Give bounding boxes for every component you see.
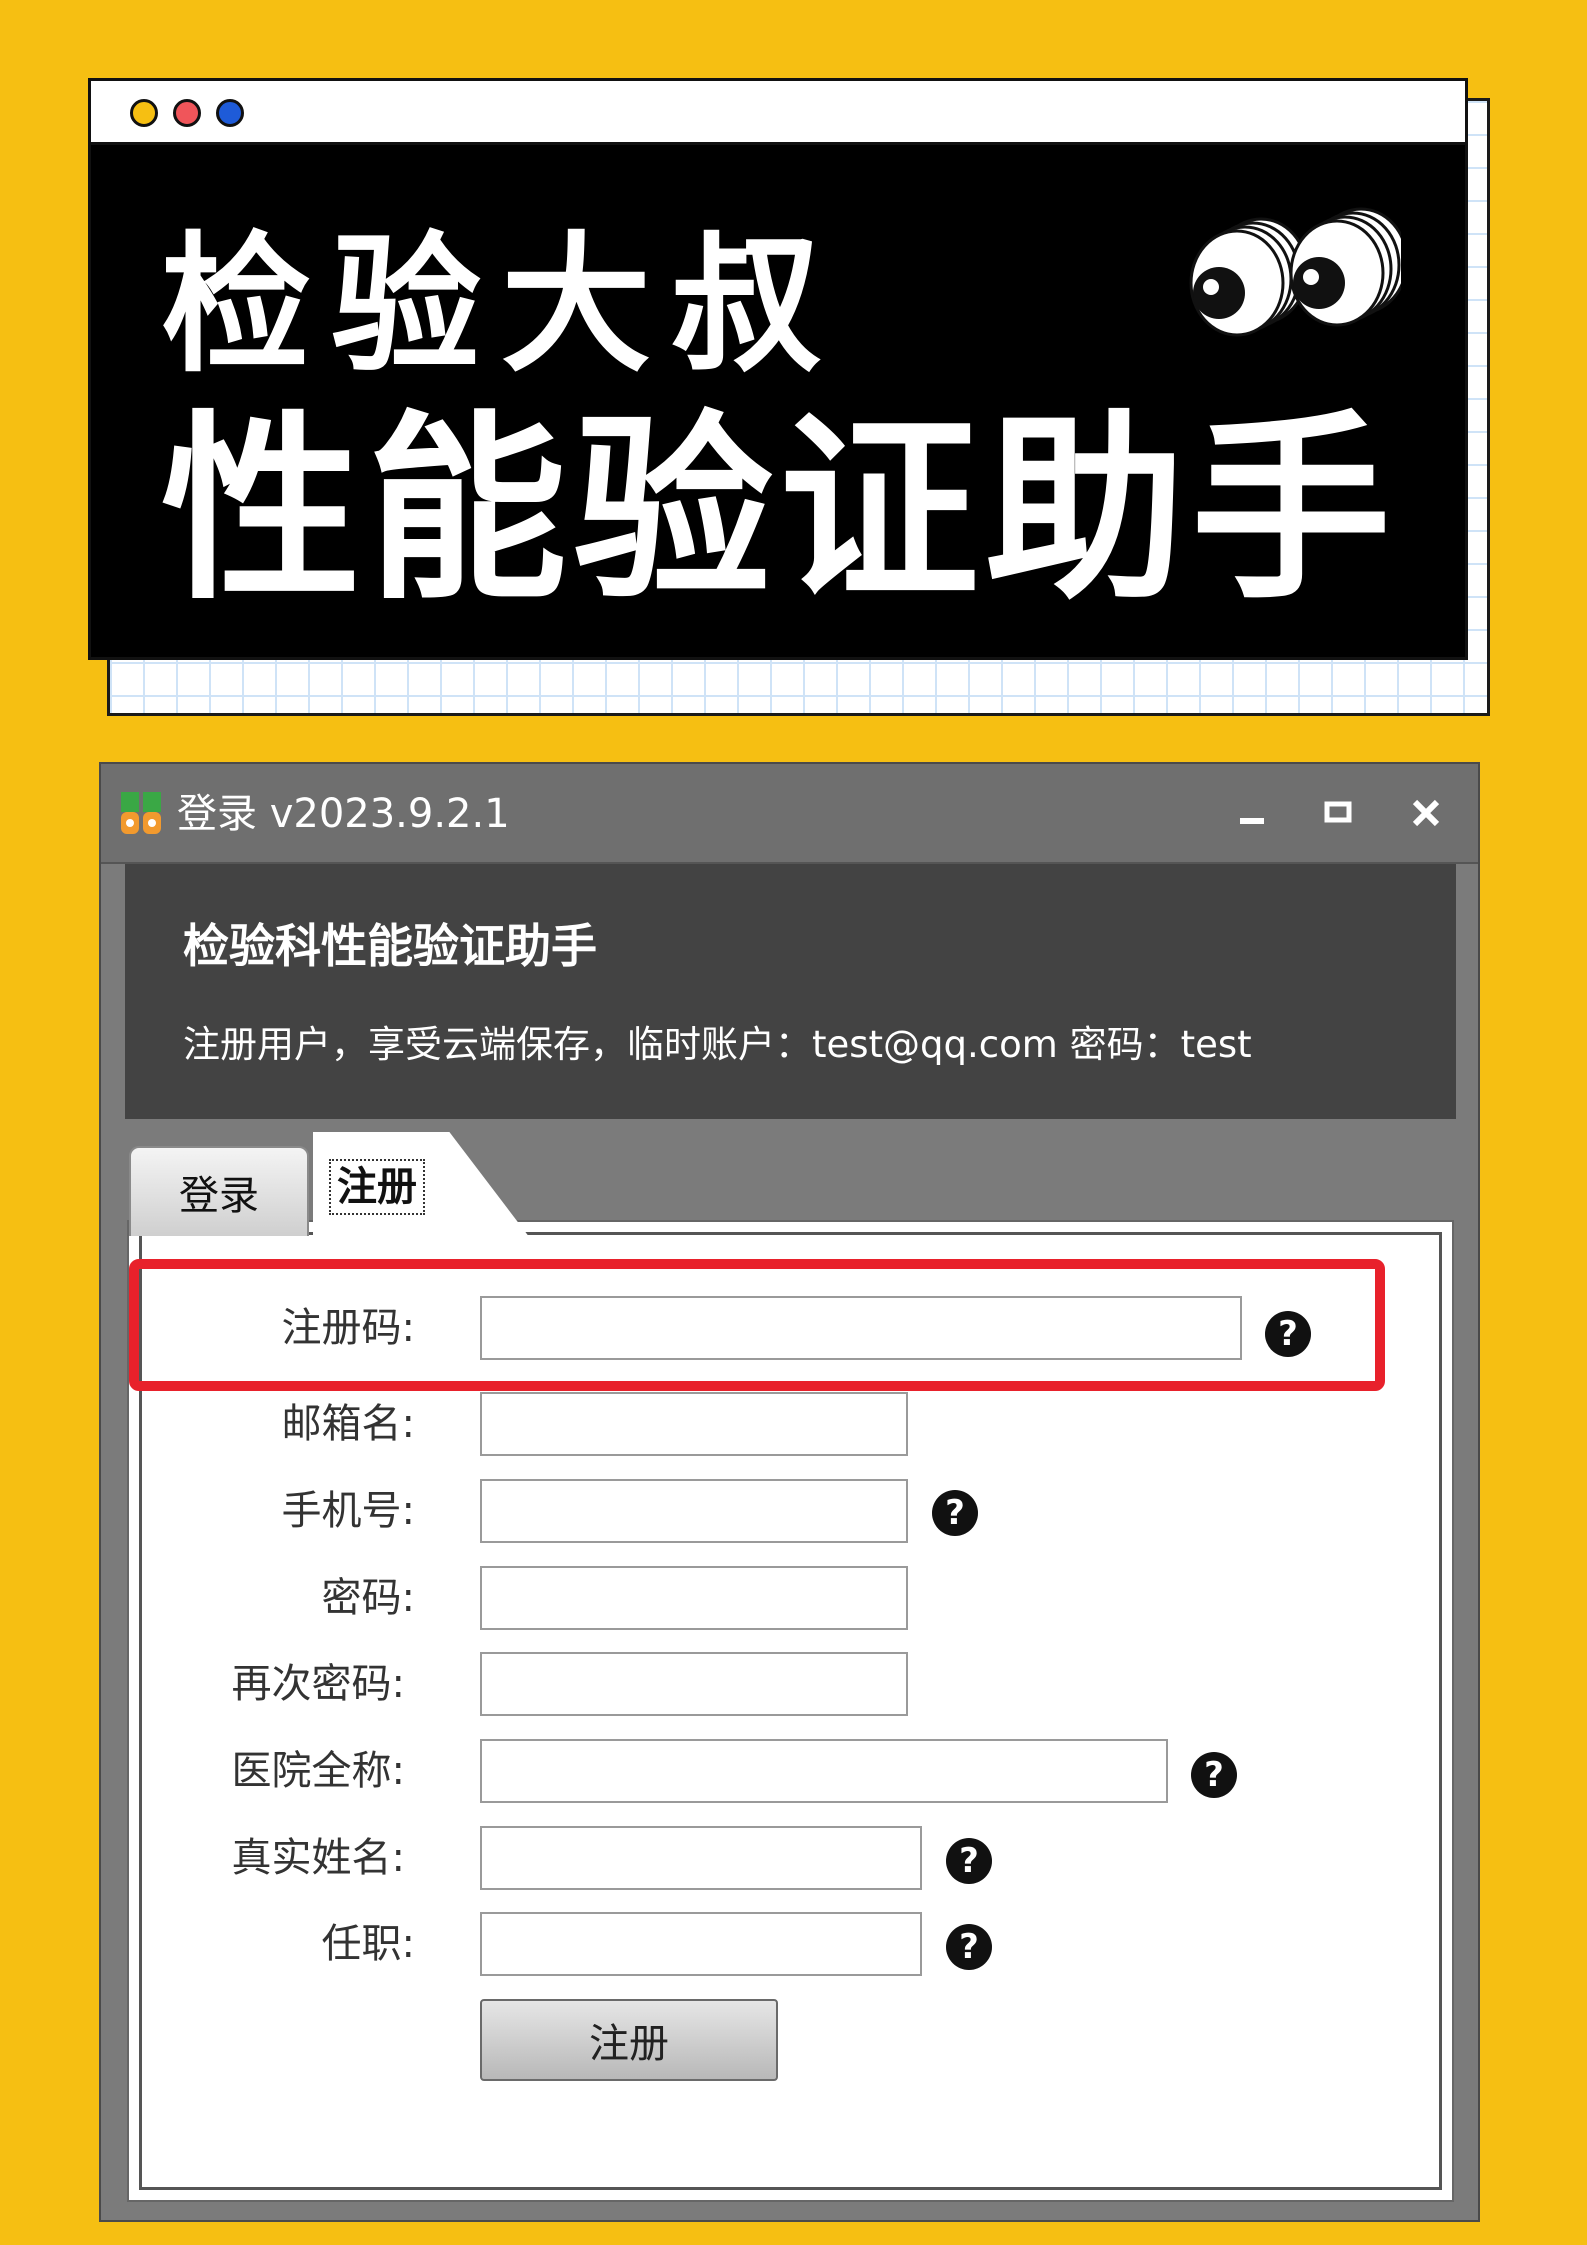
banner-titlebar — [91, 81, 1465, 145]
password-label: 密码: — [321, 1575, 415, 1621]
position-help-icon[interactable]: ? — [946, 1924, 992, 1970]
position-input[interactable] — [480, 1912, 922, 1976]
app-header: 检验科性能验证助手 注册用户，享受云端保存，临时账户：test@qq.com 密… — [125, 864, 1456, 1119]
app-header-subtitle: 注册用户，享受云端保存，临时账户：test@qq.com 密码：test — [183, 1023, 1252, 1066]
app-header-title: 检验科性能验证助手 — [183, 919, 597, 973]
banner: 检验大叔 性能验证助手 — [88, 78, 1468, 660]
yellow-dot-icon — [130, 99, 158, 127]
hospital-name-help-icon[interactable]: ? — [1191, 1752, 1237, 1798]
close-button[interactable] — [1397, 784, 1455, 842]
position-label: 任职: — [321, 1921, 415, 1967]
window-title: 登录 v2023.9.2.1 — [177, 791, 510, 837]
registration-code-input[interactable] — [480, 1296, 1242, 1360]
email-label: 邮箱名: — [281, 1401, 415, 1447]
maximize-icon — [1324, 801, 1352, 823]
maximize-button[interactable] — [1309, 784, 1367, 842]
confirm-password-label: 再次密码: — [231, 1661, 405, 1707]
tab-register-label: 注册 — [329, 1159, 425, 1215]
phone-help-icon[interactable]: ? — [932, 1490, 978, 1536]
confirm-password-input[interactable] — [480, 1652, 908, 1716]
eyes-icon — [1189, 207, 1401, 337]
register-button[interactable]: 注册 — [480, 1999, 778, 2081]
real-name-help-icon[interactable]: ? — [946, 1838, 992, 1884]
banner-title: 检验大叔 — [161, 219, 842, 393]
phone-input[interactable] — [480, 1479, 908, 1543]
registration-code-help-icon[interactable]: ? — [1265, 1311, 1311, 1357]
registration-code-label: 注册码: — [281, 1305, 415, 1351]
email-input[interactable] — [480, 1392, 908, 1456]
phone-label: 手机号: — [281, 1488, 415, 1534]
real-name-input[interactable] — [480, 1826, 922, 1890]
password-input[interactable] — [480, 1566, 908, 1630]
tab-login[interactable]: 登录 — [129, 1146, 309, 1236]
real-name-label: 真实姓名: — [231, 1835, 405, 1881]
register-button-label: 注册 — [589, 2021, 669, 2067]
red-dot-icon — [173, 99, 201, 127]
close-icon — [1412, 799, 1440, 827]
minimize-icon — [1240, 818, 1264, 824]
tab-login-label: 登录 — [179, 1173, 259, 1219]
minimize-button[interactable] — [1223, 784, 1281, 842]
banner-subtitle: 性能验证助手 — [161, 394, 1398, 627]
hospital-name-input[interactable] — [480, 1739, 1168, 1803]
tab-register[interactable]: 注册 — [313, 1132, 533, 1242]
hospital-name-label: 医院全称: — [231, 1748, 405, 1794]
app-logo-icon — [121, 792, 161, 834]
window-titlebar[interactable]: 登录 v2023.9.2.1 — [101, 764, 1478, 864]
blue-dot-icon — [216, 99, 244, 127]
